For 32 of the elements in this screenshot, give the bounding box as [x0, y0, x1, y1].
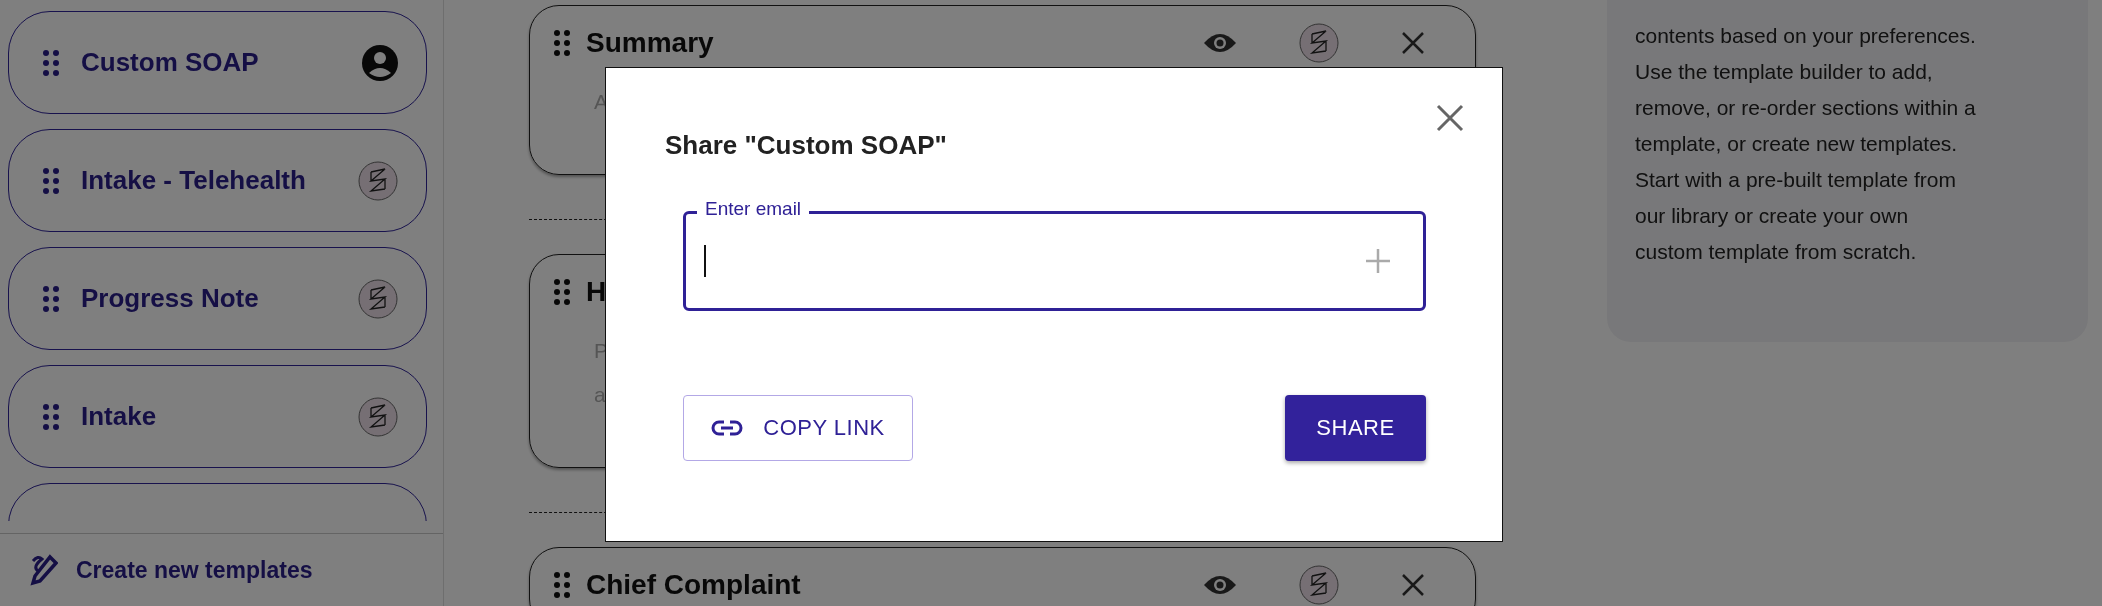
drag-handle-icon[interactable] — [554, 30, 570, 56]
section-title: Summary — [586, 27, 715, 59]
dialog-title: Share "Custom SOAP" — [665, 130, 948, 161]
drag-handle-icon[interactable] — [554, 572, 570, 598]
drag-handle-icon[interactable] — [43, 285, 59, 312]
drag-handle-icon[interactable] — [43, 167, 59, 194]
template-item[interactable]: Progress Note — [8, 247, 427, 350]
share-button[interactable]: SHARE — [1285, 395, 1426, 461]
eye-icon[interactable] — [1203, 32, 1237, 54]
template-item[interactable]: Intake — [8, 365, 427, 468]
section-title: H — [586, 276, 608, 308]
logo-icon — [358, 160, 398, 201]
close-icon[interactable] — [1401, 573, 1425, 597]
copy-link-button[interactable]: COPY LINK — [683, 395, 913, 461]
close-icon[interactable] — [1401, 31, 1425, 55]
eye-icon[interactable] — [1203, 574, 1237, 596]
drag-handle-icon[interactable] — [43, 403, 59, 430]
pencil-icon — [28, 553, 58, 587]
logo-icon — [358, 278, 398, 319]
link-icon — [711, 419, 744, 437]
close-button[interactable] — [1434, 102, 1466, 134]
template-item[interactable]: Custom SOAP — [8, 11, 427, 114]
logo-icon — [1299, 565, 1339, 605]
logo-icon — [1299, 23, 1339, 63]
template-item[interactable]: Intake - Telehealth — [8, 129, 427, 232]
user-icon — [362, 44, 398, 81]
info-text: contents based on your preferences. Use the template builder to add, remove, or re-order sections within a template, or create new templates. Start with a pre-built template from our library or create your own custom template from scratch. — [1635, 23, 1977, 265]
section-title: Chief Complaint — [586, 569, 802, 601]
logo-icon — [358, 396, 398, 437]
create-templates-button[interactable]: Create new templates — [28, 553, 313, 587]
drag-handle-icon[interactable] — [43, 49, 59, 76]
drag-handle-icon[interactable] — [554, 279, 570, 305]
